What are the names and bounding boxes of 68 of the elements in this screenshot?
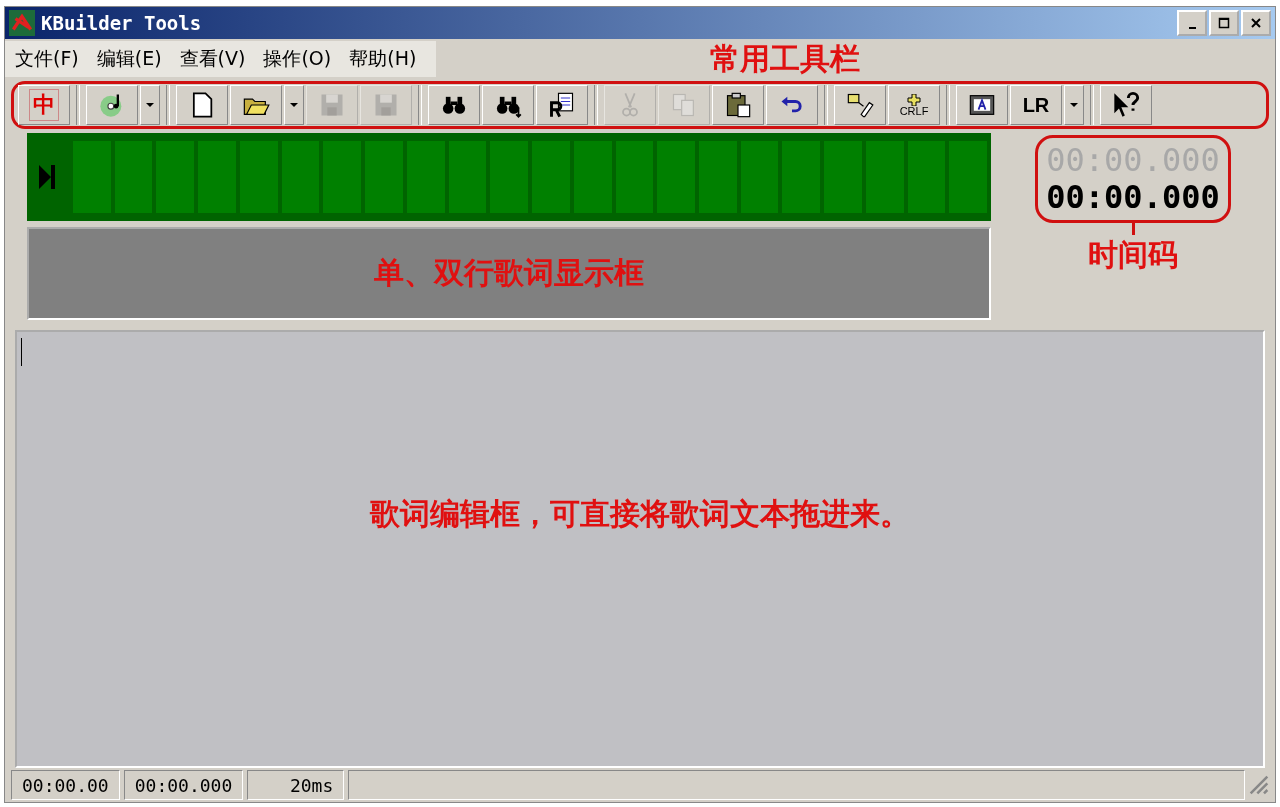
menu-item[interactable]: 查看(V) bbox=[175, 46, 260, 72]
toolbar-button[interactable] bbox=[1100, 85, 1152, 125]
meter-cell bbox=[824, 141, 862, 213]
toolbar-button[interactable] bbox=[766, 85, 818, 125]
annotation-label: 常用工具栏 bbox=[710, 40, 860, 78]
help-pointer-icon bbox=[1112, 91, 1140, 119]
menu-item[interactable]: 操作(O) bbox=[259, 46, 346, 72]
meter-cell bbox=[239, 141, 278, 213]
caret-icon bbox=[290, 103, 298, 107]
caret-icon bbox=[146, 103, 154, 107]
meter-cell bbox=[949, 141, 988, 213]
meter-cell bbox=[281, 141, 320, 213]
toolbar-button[interactable] bbox=[834, 85, 886, 125]
window-title: KBuilder Tools bbox=[41, 12, 202, 34]
menu-item[interactable]: 帮助(H) bbox=[345, 46, 431, 72]
toolbar-button[interactable] bbox=[536, 85, 588, 125]
toolbar-button[interactable] bbox=[712, 85, 764, 125]
meter-cell bbox=[406, 141, 445, 213]
meter-cell bbox=[699, 141, 737, 213]
meter-cell bbox=[156, 141, 195, 213]
meter-cell bbox=[532, 141, 570, 213]
toolbar-button[interactable] bbox=[176, 85, 228, 125]
annotation-label: 时间码 bbox=[1088, 235, 1178, 274]
meter-cell bbox=[615, 141, 654, 213]
meter-cell bbox=[73, 141, 111, 213]
text-button[interactable]: LR bbox=[1010, 85, 1062, 125]
dropdown-button[interactable] bbox=[1064, 85, 1084, 125]
close-button[interactable] bbox=[1241, 10, 1271, 36]
meter-cell bbox=[573, 141, 612, 213]
close-icon bbox=[1250, 17, 1262, 29]
status-field: 00:00.000 bbox=[123, 770, 244, 800]
maximize-icon bbox=[1218, 17, 1230, 29]
caret-icon bbox=[1070, 103, 1078, 107]
tag-pencil-icon bbox=[846, 91, 874, 119]
toolbar-button[interactable] bbox=[482, 85, 534, 125]
dropdown-button[interactable] bbox=[140, 85, 160, 125]
toolbar-button[interactable] bbox=[86, 85, 138, 125]
clipboard-icon bbox=[724, 91, 752, 119]
menu-item[interactable]: 文件(F) bbox=[11, 46, 93, 72]
annotation-label: 歌词编辑框，可直接将歌词文本拖进来。 bbox=[370, 494, 910, 533]
menu-item[interactable]: 编辑(E) bbox=[92, 46, 176, 72]
resize-grip-icon bbox=[1249, 775, 1269, 795]
meter-cell bbox=[490, 141, 529, 213]
meter-cell bbox=[740, 141, 779, 213]
meter-cell bbox=[198, 141, 236, 213]
status-field: 20ms bbox=[247, 770, 345, 800]
toolbar-button[interactable]: CRLF bbox=[888, 85, 940, 125]
meter-cell bbox=[782, 141, 821, 213]
maximize-button[interactable] bbox=[1209, 10, 1239, 36]
status-field: 00:00.00 bbox=[11, 770, 120, 800]
skip-icon bbox=[39, 164, 55, 190]
annotation-label: 单、双行歌词显示框 bbox=[374, 254, 644, 292]
timecode-display: 00:00.000 bbox=[1046, 178, 1220, 216]
meter-cell bbox=[365, 141, 403, 213]
minimize-icon bbox=[1188, 27, 1196, 29]
toolbar-button[interactable] bbox=[956, 85, 1008, 125]
meter-cell bbox=[323, 141, 362, 213]
meter-cell bbox=[448, 141, 487, 213]
plus-icon bbox=[907, 93, 921, 106]
meter-cell bbox=[907, 141, 946, 213]
dropdown-button[interactable] bbox=[284, 85, 304, 125]
toolbar-button[interactable] bbox=[230, 85, 282, 125]
app-logo-icon bbox=[9, 10, 35, 36]
meter-cell bbox=[865, 141, 904, 213]
meter-cell bbox=[657, 141, 695, 213]
meter-cell bbox=[114, 141, 153, 213]
toolbar-button[interactable] bbox=[428, 85, 480, 125]
replace-icon bbox=[548, 91, 576, 119]
